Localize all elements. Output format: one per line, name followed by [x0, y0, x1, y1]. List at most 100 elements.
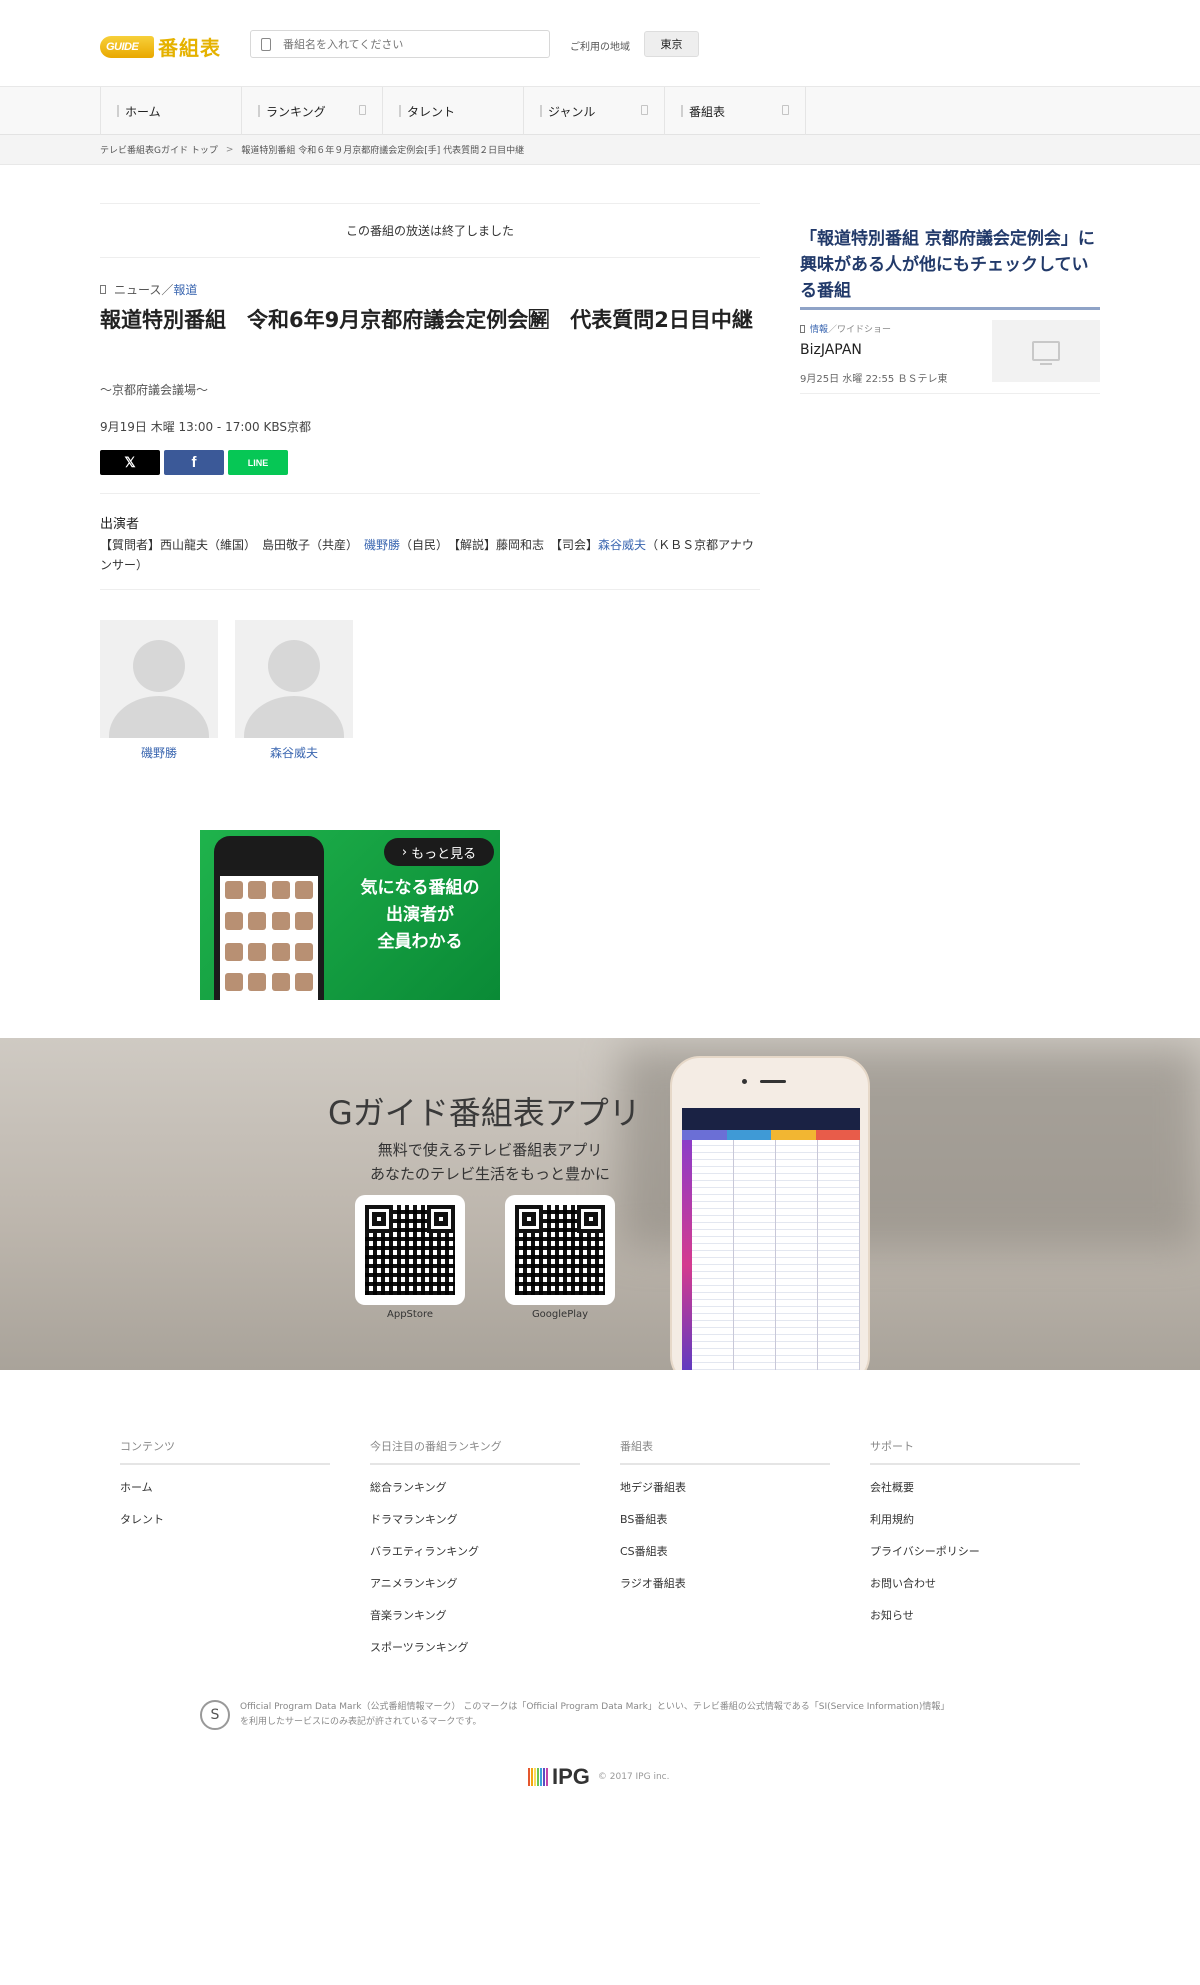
nav-item-ranking[interactable]: ランキング — [242, 87, 383, 135]
program-airtime: 9月19日 木曜 13:00 - 17:00 KBS京都 — [100, 420, 311, 434]
site-logo[interactable]: GUIDE 番組表 — [100, 32, 221, 61]
app-promo-banner[interactable]: › もっと見る 気になる番組の 出演者が 全員わかる — [200, 830, 500, 1000]
footer-link[interactable]: 総合ランキング — [370, 1479, 580, 1497]
nav-item-genre[interactable]: ジャンル — [524, 87, 665, 135]
more-label: もっと見る — [411, 846, 477, 862]
official-program-data-notice: S Official Program Data Mark（公式番組情報マーク） … — [200, 1700, 1000, 1730]
share-line-button[interactable]: LINE — [228, 450, 288, 475]
footer-link[interactable]: スポーツランキング — [370, 1639, 580, 1657]
cast-heading: 出演者 — [100, 517, 140, 532]
app-screen-header — [682, 1108, 860, 1130]
program-title: 報道特別番組 令和6年9月京都府議会定例会🈖 代表質問2日目中継 — [100, 308, 753, 332]
footer-link[interactable]: ドラマランキング — [370, 1511, 580, 1529]
genre-icon — [100, 285, 106, 294]
search-box[interactable] — [250, 30, 550, 58]
promo-copy: 気になる番組の 出演者が 全員わかる — [340, 875, 500, 956]
app-screen-channels — [682, 1130, 860, 1140]
divider — [100, 493, 760, 494]
dropdown-icon — [359, 105, 366, 115]
related-title[interactable]: BizJAPAN — [800, 342, 862, 358]
footer-link[interactable]: CS番組表 — [620, 1543, 830, 1561]
footer-link[interactable]: タレント — [120, 1511, 330, 1529]
footer-link[interactable]: BS番組表 — [620, 1511, 830, 1529]
nav-marker — [399, 105, 401, 117]
speaker-icon — [760, 1080, 786, 1083]
cast-text: （自民） 【解説】藤岡和志 【司会】 — [400, 538, 599, 552]
nav-marker — [681, 105, 683, 117]
appstore-qr[interactable] — [355, 1195, 465, 1305]
related-genre-sub: ／ワイドショー — [828, 325, 892, 335]
breadcrumb-home[interactable]: テレビ番組表Gガイド トップ — [100, 143, 218, 156]
avatar-placeholder-head — [268, 640, 320, 692]
opd-line: を利用したサービスにのみ表記が許されているマークです。 — [240, 1717, 482, 1727]
footer-link[interactable]: お知らせ — [870, 1607, 1080, 1625]
cast-link[interactable]: 森谷威夫 — [598, 538, 646, 552]
footer-link[interactable]: 利用規約 — [870, 1511, 1080, 1529]
related-thumbnail[interactable] — [992, 320, 1100, 382]
opd-mark-icon: S — [200, 1700, 230, 1730]
site-header: GUIDE 番組表 ご利用の地域 東京 — [0, 0, 1200, 86]
avatar-placeholder-head — [133, 640, 185, 692]
nav-item-home[interactable]: ホーム — [101, 87, 242, 135]
performer-card[interactable]: 森谷威夫 — [235, 620, 353, 761]
share-facebook-button[interactable]: f — [164, 450, 224, 475]
footer-heading: 番組表 — [620, 1438, 830, 1465]
search-input[interactable] — [283, 37, 533, 51]
divider — [800, 307, 1100, 310]
footer-link[interactable]: 地デジ番組表 — [620, 1479, 830, 1497]
logo-text: 番組表 — [158, 36, 221, 60]
breadcrumb-separator: > — [225, 144, 234, 155]
broadcast-ended-notice: この番組の放送は終了しました — [100, 203, 760, 258]
genre-separator: ／ — [161, 283, 174, 297]
footer-link[interactable]: お問い合わせ — [870, 1575, 1080, 1593]
promo-line: 出演者が — [386, 905, 454, 925]
avatar — [100, 620, 218, 738]
footer-heading: 今日注目の番組ランキング — [370, 1438, 580, 1465]
genre-sub-link[interactable]: 報道 — [173, 281, 197, 298]
opd-text: Official Program Data Mark（公式番組情報マーク） この… — [240, 1700, 949, 1730]
phone-screen — [682, 1108, 860, 1370]
promo-line: 全員わかる — [377, 932, 463, 952]
appstore-label: AppStore — [387, 1309, 433, 1320]
program-subtitle: 〜京都府議会議場〜 — [100, 383, 209, 397]
copyright: © 2017 IPG inc. — [597, 1772, 670, 1782]
performer-name[interactable]: 森谷威夫 — [235, 744, 353, 761]
footer-link[interactable]: 音楽ランキング — [370, 1607, 580, 1625]
promo-line: 気になる番組の — [360, 878, 480, 898]
related-genre: 情報 ／ワイドショー — [800, 322, 891, 335]
region-label: ご利用の地域 — [570, 42, 630, 53]
performer-card[interactable]: 磯野勝 — [100, 620, 218, 761]
chevron-right-icon: › — [401, 844, 408, 860]
googleplay-label: GooglePlay — [531, 1309, 589, 1320]
footer-link[interactable]: バラエティランキング — [370, 1543, 580, 1561]
footer-link[interactable]: プライバシーポリシー — [870, 1543, 1080, 1561]
more-button[interactable]: › もっと見る — [384, 838, 494, 866]
app-desc-line: 無料で使えるテレビ番組表アプリ — [377, 1141, 603, 1159]
nav-item-talent[interactable]: タレント — [383, 87, 524, 135]
cast-link[interactable]: 磯野勝 — [364, 538, 400, 552]
performer-name[interactable]: 磯野勝 — [100, 744, 218, 761]
googleplay-qr[interactable] — [505, 1195, 615, 1305]
cast-list: 【質問者】西山龍夫（維国） 島田敬子（共産） 磯野勝（自民） 【解説】藤岡和志 … — [100, 535, 760, 575]
footer-link[interactable]: アニメランキング — [370, 1575, 580, 1593]
nav-item-schedule[interactable]: 番組表 — [665, 87, 806, 135]
region-select-button[interactable]: 東京 — [644, 31, 699, 57]
ipg-wordmark: IPG — [552, 1764, 590, 1789]
dropdown-icon — [782, 105, 789, 115]
global-nav: ホーム ランキング タレント ジャンル 番組表 — [0, 86, 1200, 135]
nav-marker — [540, 105, 542, 117]
related-program-item[interactable]: 情報 ／ワイドショー BizJAPAN 9月25日 水曜 22:55 ＢＳテレ東 — [800, 318, 1100, 394]
nav-label: ランキング — [266, 104, 326, 119]
avatar-placeholder-body — [244, 696, 344, 738]
share-x-button[interactable]: 𝕏 — [100, 450, 160, 475]
footer-link[interactable]: ホーム — [120, 1479, 330, 1497]
footer-link[interactable]: 会社概要 — [870, 1479, 1080, 1497]
tv-icon — [1032, 341, 1060, 365]
logo-badge: GUIDE — [100, 35, 154, 58]
related-programs-heading: 「報道特別番組 京都府議会定例会」に興味がある人が他にもチェックしている番組 — [800, 229, 1095, 301]
footer-link[interactable]: ラジオ番組表 — [620, 1575, 830, 1593]
ipg-bars-icon — [528, 1768, 548, 1786]
footer-column-contents: コンテンツ ホーム タレント — [120, 1438, 330, 1529]
nav-label: 番組表 — [689, 104, 726, 119]
related-meta: 9月25日 水曜 22:55 ＢＳテレ東 — [800, 374, 948, 385]
